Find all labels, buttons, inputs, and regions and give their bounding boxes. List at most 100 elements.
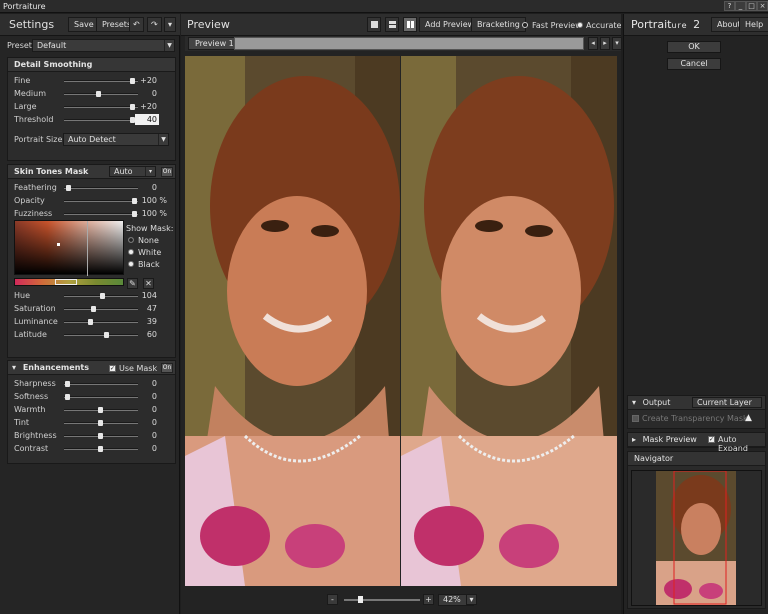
slider-knob[interactable] <box>66 185 71 191</box>
window-titlebar: Portraiture ? _ □ × <box>0 0 768 13</box>
use-mask-checkbox[interactable]: ✓ <box>109 365 116 372</box>
slider-track[interactable] <box>64 321 138 323</box>
split-horizontal-icon[interactable] <box>385 17 399 32</box>
transparency-checkbox[interactable] <box>632 415 639 422</box>
zoom-in-button[interactable]: + <box>423 594 434 605</box>
picker-range-line <box>87 221 88 276</box>
show-mask-radio-none[interactable] <box>128 237 134 243</box>
slider-track[interactable] <box>64 383 138 385</box>
zoom-out-button[interactable]: - <box>327 594 338 605</box>
slider-track[interactable] <box>64 187 138 189</box>
output-value: Current Layer <box>697 398 752 407</box>
fast-preview-radio[interactable] <box>522 22 528 28</box>
slider-track[interactable] <box>64 80 138 82</box>
redo-icon[interactable]: ↷ <box>147 17 162 32</box>
slider-value: 0 <box>151 405 157 414</box>
ok-button[interactable]: OK <box>667 41 721 53</box>
slider-row: Brightness 0 <box>8 430 175 442</box>
preview-title: Preview <box>187 18 230 31</box>
slider-track[interactable] <box>64 200 138 202</box>
output-section: ▾ Output Current Layer Create Transparen… <box>627 395 766 429</box>
eyedropper-icon[interactable]: ✎ <box>127 278 138 289</box>
settings-menu-icon[interactable]: ▾ <box>164 17 177 32</box>
maximize-button[interactable]: □ <box>746 1 757 11</box>
detail-smoothing-section: Detail Smoothing Fine +20 Medium 0 Large +20 T… <box>7 57 176 161</box>
slider-label: Contrast <box>14 444 49 453</box>
zoom-slider[interactable] <box>344 599 420 601</box>
slider-knob[interactable] <box>88 319 93 325</box>
single-view-icon[interactable] <box>367 17 381 32</box>
slider-track[interactable] <box>64 106 138 108</box>
accurate-radio[interactable] <box>577 22 583 28</box>
enhancements-on-toggle[interactable]: On <box>161 363 173 373</box>
slider-knob[interactable] <box>91 306 96 312</box>
slider-knob[interactable] <box>65 394 70 400</box>
slider-knob[interactable] <box>96 91 101 97</box>
slider-row: Tint 0 <box>8 417 175 429</box>
auto-expand-checkbox[interactable]: ✓ <box>708 436 715 443</box>
help-window-button[interactable]: ? <box>724 1 735 11</box>
slider-track[interactable] <box>64 119 138 121</box>
skin-on-toggle[interactable]: On <box>161 167 173 177</box>
collapse-icon[interactable]: ▾ <box>12 363 16 372</box>
slider-track[interactable] <box>64 308 138 310</box>
bracketing-button[interactable]: Bracketing <box>471 17 526 32</box>
slider-track[interactable] <box>64 396 138 398</box>
split-vertical-icon[interactable] <box>403 17 417 32</box>
slider-knob[interactable] <box>98 407 103 413</box>
tab-preview-1[interactable]: Preview 1 <box>188 37 241 50</box>
slider-knob[interactable] <box>104 332 109 338</box>
tab-prev-icon[interactable]: ◂ <box>588 37 598 50</box>
slider-label: Tint <box>14 418 30 427</box>
slider-label: Hue <box>14 291 31 300</box>
preset-select[interactable]: Default ▼ <box>32 39 175 52</box>
skin-mode-select[interactable]: Auto ▾ <box>109 166 156 177</box>
slider-row: Fuzziness 100% <box>8 208 175 220</box>
hue-strip[interactable] <box>14 278 124 286</box>
portrait-size-select[interactable]: Auto Detect ▼ <box>63 133 169 146</box>
skin-color-picker[interactable] <box>14 220 124 276</box>
collapse-icon[interactable]: ▾ <box>632 398 636 407</box>
slider-value: 104 <box>141 291 157 300</box>
slider-label: Fuzziness <box>14 209 53 218</box>
original-preview-image[interactable] <box>185 56 400 586</box>
help-button[interactable]: Help <box>739 17 768 32</box>
chevron-down-icon: ▾ <box>145 167 155 176</box>
output-select[interactable]: Current Layer <box>692 397 762 408</box>
slider-row: Large +20 <box>8 101 175 113</box>
chevron-down-icon[interactable]: ▾ <box>466 594 477 605</box>
show-mask-radio-black[interactable] <box>128 261 134 267</box>
slider-value: 0 <box>151 183 157 192</box>
save-button[interactable]: Save <box>68 17 100 32</box>
tab-next-icon[interactable]: ▸ <box>600 37 610 50</box>
slider-track[interactable] <box>64 93 138 95</box>
slider-knob[interactable] <box>98 420 103 426</box>
slider-track[interactable] <box>64 334 138 336</box>
portrait-size-label: Portrait Size <box>14 135 63 144</box>
slider-knob[interactable] <box>98 446 103 452</box>
close-button[interactable]: × <box>757 1 768 11</box>
navigator-thumbnail[interactable] <box>656 471 736 605</box>
tab-menu-icon[interactable]: ▾ <box>612 37 622 50</box>
preview-header: Preview Add Preview Bracketing Fast Prev… <box>181 14 621 36</box>
slider-label: Luminance <box>14 317 58 326</box>
slider-label: Sharpness <box>14 379 56 388</box>
slider-knob[interactable] <box>65 381 70 387</box>
zoom-slider-knob[interactable] <box>358 596 363 603</box>
cancel-button[interactable]: Cancel <box>667 58 721 70</box>
hue-range-marker <box>55 279 77 285</box>
expand-icon[interactable]: ▸ <box>632 435 636 444</box>
retouched-preview-image[interactable] <box>401 56 617 586</box>
threshold-input[interactable]: 40 <box>135 114 159 125</box>
show-mask-radio-white[interactable] <box>128 249 134 255</box>
slider-track[interactable] <box>64 213 138 215</box>
eyedropper-minus-icon[interactable]: ✕ <box>143 278 154 289</box>
slider-knob[interactable] <box>98 433 103 439</box>
chevron-down-icon: ▼ <box>164 40 174 51</box>
accurate-label: Accurate <box>586 21 622 30</box>
undo-icon[interactable]: ↶ <box>129 17 144 32</box>
slider-label: Softness <box>14 392 49 401</box>
minimize-button[interactable]: _ <box>735 1 746 11</box>
slider-knob[interactable] <box>100 293 105 299</box>
slider-value: 0 <box>151 89 157 98</box>
